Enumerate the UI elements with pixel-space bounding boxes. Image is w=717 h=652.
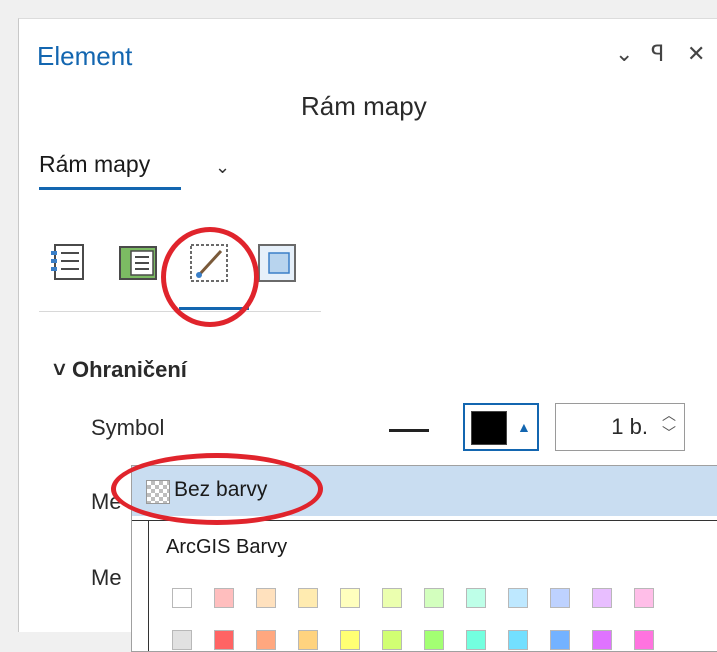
options-tab-icon[interactable] xyxy=(47,241,91,285)
highlight-ring-no-color xyxy=(111,453,323,525)
color-swatch[interactable] xyxy=(592,588,612,608)
color-swatch[interactable] xyxy=(466,588,486,608)
border-section-title: Ohraničení xyxy=(71,357,187,382)
line-width-spinner[interactable]: 1 b. ︿ ﹀ xyxy=(555,403,685,451)
color-swatch[interactable] xyxy=(298,588,318,608)
dropdown-arrow-icon: ▲ xyxy=(517,419,531,435)
section-collapse-icon: ˅ xyxy=(53,357,66,382)
color-swatch[interactable] xyxy=(592,630,612,650)
placement-tab-icon[interactable] xyxy=(255,241,299,285)
color-swatch[interactable] xyxy=(508,630,528,650)
properties-tab-icon[interactable] xyxy=(117,241,161,285)
color-swatch[interactable] xyxy=(634,630,654,650)
color-swatch[interactable] xyxy=(466,630,486,650)
color-swatch[interactable] xyxy=(298,630,318,650)
element-pane: Element ⌄ ꟼ ✕ Rám mapy Rám mapy ⌄ ˅ Ohra… xyxy=(18,18,717,652)
options-chevron-icon[interactable]: ⌄ xyxy=(615,41,633,67)
color-swatch[interactable] xyxy=(634,588,654,608)
color-swatch[interactable] xyxy=(256,588,276,608)
close-icon[interactable]: ✕ xyxy=(687,41,705,67)
color-swatch[interactable] xyxy=(424,630,444,650)
color-swatch[interactable] xyxy=(550,630,570,650)
palette-title: ArcGIS Barvy xyxy=(166,536,288,558)
color-swatch[interactable] xyxy=(214,630,234,650)
menu-left-border xyxy=(148,520,149,651)
color-swatch[interactable] xyxy=(382,588,402,608)
pane-title: Element xyxy=(37,41,133,71)
line-symbol-preview xyxy=(389,429,429,432)
spinner-arrows-icon[interactable]: ︿ ﹀ xyxy=(662,406,676,442)
color-swatch[interactable] xyxy=(382,630,402,650)
line-width-value: 1 b. xyxy=(611,414,648,439)
row-label-3: Me xyxy=(91,565,122,590)
color-picker-button[interactable]: ▲ xyxy=(463,403,539,451)
element-selector-underline xyxy=(39,187,181,190)
selected-color-swatch xyxy=(471,411,507,445)
color-swatch[interactable] xyxy=(172,588,192,608)
color-swatch[interactable] xyxy=(172,630,192,650)
color-swatch[interactable] xyxy=(214,588,234,608)
color-swatch[interactable] xyxy=(508,588,528,608)
color-swatch[interactable] xyxy=(256,630,276,650)
color-swatch[interactable] xyxy=(550,588,570,608)
color-swatch[interactable] xyxy=(424,588,444,608)
pin-icon[interactable]: ꟼ xyxy=(651,41,664,67)
color-swatch[interactable] xyxy=(340,588,360,608)
element-subtitle: Rám mapy xyxy=(301,91,427,121)
symbol-label: Symbol xyxy=(91,415,165,440)
chevron-down-icon[interactable]: ⌄ xyxy=(215,157,230,178)
element-selector-label: Rám mapy xyxy=(39,151,151,177)
highlight-ring-display-tab xyxy=(161,227,259,327)
border-section-header[interactable]: ˅ Ohraničení xyxy=(53,357,187,383)
color-swatch[interactable] xyxy=(340,630,360,650)
